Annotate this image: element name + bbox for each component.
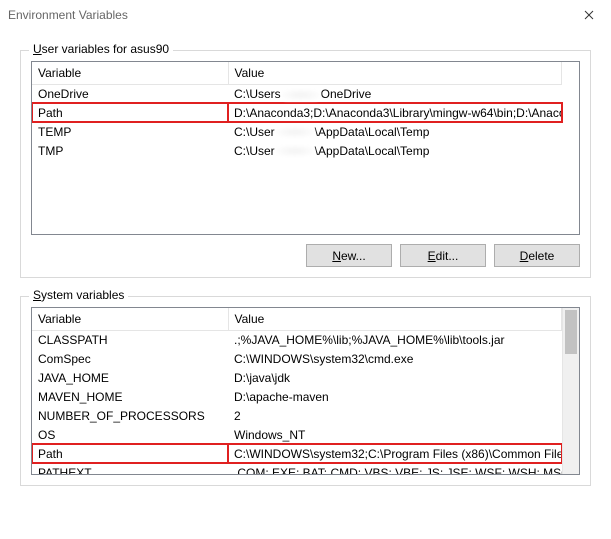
var-name-cell: OS [32, 425, 228, 444]
system-variables-group: System variables Variable Value CLASSPAT… [20, 296, 591, 486]
dialog-content: User variables for asus90 Variable Value… [0, 30, 611, 496]
system-variables-label: System variables [29, 288, 128, 302]
var-value-cell: C:\WINDOWS\system32\cmd.exe [228, 349, 562, 368]
table-row[interactable]: TMPC:\User\AppData\Local\Temp [32, 141, 562, 160]
col-header-value[interactable]: Value [228, 62, 562, 84]
table-row[interactable]: PATHEXT.COM;.EXE;.BAT;.CMD;.VBS;.VBE;.JS… [32, 463, 562, 474]
redacted-smudge [275, 145, 315, 157]
new-button[interactable]: New... [306, 244, 392, 267]
table-row[interactable]: TEMPC:\User\AppData\Local\Temp [32, 122, 562, 141]
table-row[interactable]: NUMBER_OF_PROCESSORS2 [32, 406, 562, 425]
col-header-variable[interactable]: Variable [32, 308, 228, 330]
table-row[interactable]: JAVA_HOMED:\java\jdk [32, 368, 562, 387]
var-value-cell: C:\User\AppData\Local\Temp [228, 141, 562, 160]
redacted-smudge [275, 126, 315, 138]
table-row[interactable]: OneDriveC:\UsersOneDrive [32, 84, 562, 103]
table-row[interactable]: OSWindows_NT [32, 425, 562, 444]
system-variables-list[interactable]: Variable Value CLASSPATH.;%JAVA_HOME%\li… [31, 307, 580, 475]
table-row[interactable]: ComSpecC:\WINDOWS\system32\cmd.exe [32, 349, 562, 368]
user-buttons: New... Edit... Delete [31, 244, 580, 267]
var-name-cell: PATHEXT [32, 463, 228, 474]
var-value-cell: C:\WINDOWS\system32;C:\Program Files (x8… [228, 444, 562, 463]
var-value-cell: D:\Anaconda3;D:\Anaconda3\Library\mingw-… [228, 103, 562, 122]
table-row[interactable]: CLASSPATH.;%JAVA_HOME%\lib;%JAVA_HOME%\l… [32, 330, 562, 349]
close-button[interactable] [575, 4, 603, 26]
edit-button[interactable]: Edit... [400, 244, 486, 267]
var-value-cell: C:\UsersOneDrive [228, 84, 562, 103]
var-name-cell: ComSpec [32, 349, 228, 368]
var-name-cell: TMP [32, 141, 228, 160]
col-header-variable[interactable]: Variable [32, 62, 228, 84]
var-value-cell: Windows_NT [228, 425, 562, 444]
table-row[interactable]: PathC:\WINDOWS\system32;C:\Program Files… [32, 444, 562, 463]
var-name-cell: MAVEN_HOME [32, 387, 228, 406]
var-name-cell: Path [32, 103, 228, 122]
var-value-cell: C:\User\AppData\Local\Temp [228, 122, 562, 141]
var-value-cell: D:\java\jdk [228, 368, 562, 387]
scrollbar-thumb[interactable] [565, 310, 577, 354]
title-bar: Environment Variables [0, 0, 611, 30]
scrollbar[interactable] [562, 308, 579, 474]
user-variables-label: User variables for asus90 [29, 42, 173, 56]
var-name-cell: JAVA_HOME [32, 368, 228, 387]
user-variables-list[interactable]: Variable Value OneDriveC:\UsersOneDriveP… [31, 61, 580, 235]
user-variables-table: Variable Value OneDriveC:\UsersOneDriveP… [32, 62, 562, 160]
var-value-cell: .COM;.EXE;.BAT;.CMD;.VBS;.VBE;.JS;.JSE;.… [228, 463, 562, 474]
system-variables-table: Variable Value CLASSPATH.;%JAVA_HOME%\li… [32, 308, 562, 474]
var-value-cell: D:\apache-maven [228, 387, 562, 406]
var-name-cell: NUMBER_OF_PROCESSORS [32, 406, 228, 425]
table-row[interactable]: MAVEN_HOMED:\apache-maven [32, 387, 562, 406]
var-name-cell: OneDrive [32, 84, 228, 103]
var-value-cell: .;%JAVA_HOME%\lib;%JAVA_HOME%\lib\tools.… [228, 330, 562, 349]
window-title: Environment Variables [8, 8, 575, 22]
redacted-smudge [281, 89, 321, 101]
delete-button[interactable]: Delete [494, 244, 580, 267]
var-name-cell: CLASSPATH [32, 330, 228, 349]
var-value-cell: 2 [228, 406, 562, 425]
table-row[interactable]: PathD:\Anaconda3;D:\Anaconda3\Library\mi… [32, 103, 562, 122]
user-variables-group: User variables for asus90 Variable Value… [20, 50, 591, 278]
var-name-cell: Path [32, 444, 228, 463]
close-icon [584, 10, 594, 20]
col-header-value[interactable]: Value [228, 308, 562, 330]
var-name-cell: TEMP [32, 122, 228, 141]
